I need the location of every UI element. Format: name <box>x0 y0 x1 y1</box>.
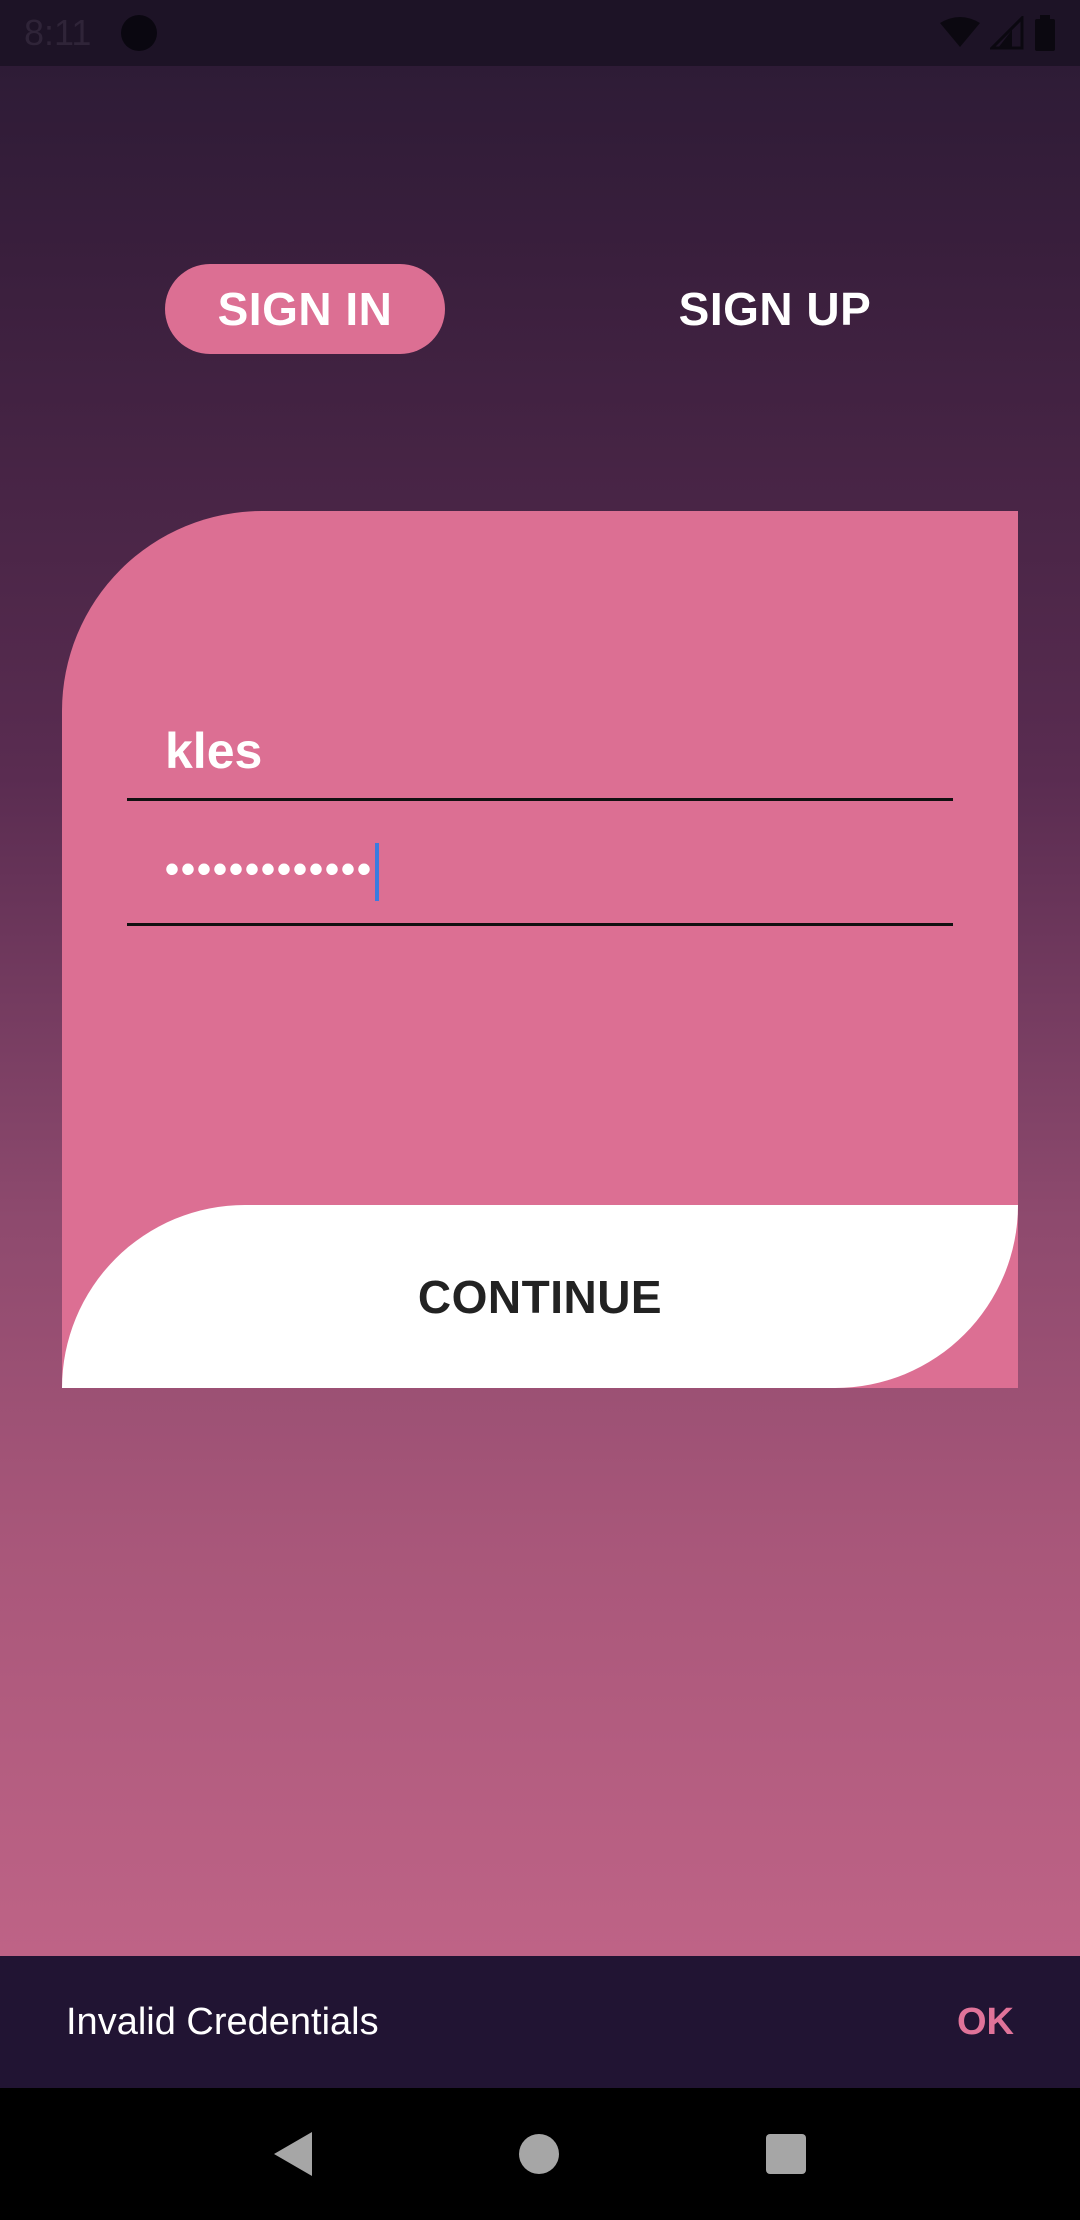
username-value: kles <box>165 723 263 779</box>
battery-icon <box>1035 15 1055 51</box>
snackbar-ok-button[interactable]: OK <box>957 2001 1014 2044</box>
status-icons <box>940 15 1056 51</box>
error-snackbar: Invalid Credentials OK <box>0 1956 1080 2088</box>
back-icon[interactable] <box>273 2132 312 2176</box>
sign-in-card: kles ••••••••••••• CONTINUE <box>62 511 1018 1388</box>
recents-icon[interactable] <box>766 2134 807 2174</box>
password-value: ••••••••••••• <box>165 843 380 901</box>
username-field[interactable]: kles <box>127 711 953 801</box>
wifi-icon <box>940 17 980 47</box>
home-icon[interactable] <box>518 2134 559 2174</box>
tab-sign-up[interactable]: SIGN UP <box>635 264 915 354</box>
auth-tabs: SIGN IN SIGN UP <box>165 264 925 354</box>
system-navigation-bar <box>0 2088 1080 2220</box>
cell-signal-icon <box>990 16 1024 50</box>
continue-button[interactable]: CONTINUE <box>62 1205 1018 1388</box>
text-cursor <box>375 843 380 901</box>
password-masked-text: ••••••••••••• <box>165 847 374 892</box>
status-bar: 8:11 <box>0 0 1080 66</box>
status-time: 8:11 <box>24 12 92 53</box>
snackbar-message: Invalid Credentials <box>66 2000 379 2043</box>
tab-sign-in[interactable]: SIGN IN <box>165 264 445 354</box>
app-notification-icon <box>121 15 158 51</box>
password-field[interactable]: ••••••••••••• <box>127 836 953 926</box>
